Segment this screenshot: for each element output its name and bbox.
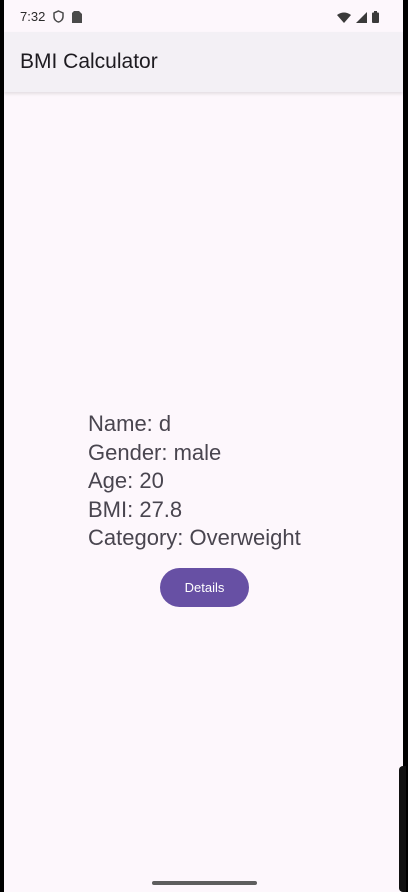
home-indicator[interactable]: [152, 881, 257, 885]
status-bar: 7:32: [4, 0, 403, 32]
age-text: Age: 20: [88, 468, 164, 493]
status-time: 7:32: [20, 9, 46, 24]
app-bar: BMI Calculator: [4, 32, 403, 92]
signal-icon: [356, 10, 367, 28]
status-left-icons: [53, 10, 82, 28]
app-screen: 7:32 BMI Calculator Name: d Gender: male…: [4, 0, 403, 892]
shield-icon: [53, 10, 64, 28]
gender-text: Gender: male: [88, 439, 222, 465]
side-handle[interactable]: [399, 766, 406, 892]
name-text: Name: d: [88, 411, 172, 436]
bmi-text: BMI: 27.8: [88, 496, 183, 522]
wifi-icon: [337, 10, 351, 28]
details-button[interactable]: Details: [160, 568, 249, 607]
sim-card-icon: [72, 10, 82, 28]
status-right-icons: [337, 10, 379, 28]
app-title: BMI Calculator: [20, 50, 158, 73]
battery-icon: [372, 10, 379, 28]
category-text: Category: Overweight: [88, 525, 301, 550]
result-panel: Name: d Gender: male Age: 20 BMI: 27.8 C…: [88, 410, 388, 553]
